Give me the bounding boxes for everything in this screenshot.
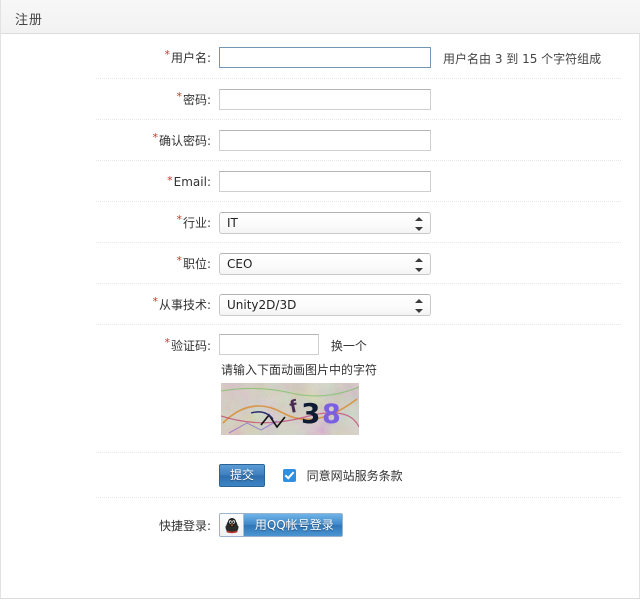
field-label-captcha: *验证码: <box>1 334 219 354</box>
password-input[interactable] <box>219 89 431 110</box>
form-row-confirm-password: *确认密码: <box>1 120 640 161</box>
field-label-password: *密码: <box>1 91 219 108</box>
confirm-password-input[interactable] <box>219 130 431 151</box>
field-wrap-captcha: 换一个 请输入下面动画图片中的字符 <box>219 334 640 443</box>
position-select[interactable]: CEO <box>219 253 431 275</box>
field-label-technology: *从事技术: <box>1 296 219 313</box>
required-asterisk: * <box>152 295 158 308</box>
field-label-quick-login: 快捷登录: <box>1 517 219 534</box>
username-hint: 用户名由 3 到 15 个字符组成 <box>443 50 601 67</box>
page-title: 注册 <box>15 9 43 28</box>
field-wrap-email <box>219 171 640 192</box>
quick-login-controls: 用QQ帐号登录 <box>219 513 640 537</box>
technology-select[interactable]: Unity2D/3D <box>219 294 431 316</box>
field-wrap-password <box>219 89 640 110</box>
field-wrap-technology: Unity2D/3D <box>219 294 640 316</box>
required-asterisk: * <box>164 336 170 349</box>
email-input[interactable] <box>219 171 431 192</box>
field-wrap-confirm-password <box>219 130 640 151</box>
required-asterisk: * <box>152 131 158 144</box>
updown-arrows-icon <box>415 299 424 313</box>
industry-select[interactable]: IT <box>219 212 431 234</box>
position-select-value: CEO <box>227 257 252 271</box>
captcha-input[interactable] <box>219 334 319 355</box>
field-label-position: *职位: <box>1 255 219 272</box>
required-asterisk: * <box>176 254 182 267</box>
field-wrap-username: 用户名由 3 到 15 个字符组成 <box>219 47 640 68</box>
form-row-captcha: *验证码: 换一个 请输入下面动画图片中的字符 <box>1 325 640 453</box>
form-row-email: *Email: <box>1 161 640 202</box>
qq-penguin-icon <box>220 514 244 536</box>
updown-arrows-icon <box>415 258 424 272</box>
form-row-username: *用户名: 用户名由 3 到 15 个字符组成 <box>1 35 640 79</box>
qq-login-label: 用QQ帐号登录 <box>248 514 342 536</box>
technology-select-value: Unity2D/3D <box>227 298 296 312</box>
captcha-note: 请输入下面动画图片中的字符 <box>221 361 640 378</box>
field-label-confirm-password: *确认密码: <box>1 132 219 149</box>
form-row-position: *职位: CEO <box>1 243 640 284</box>
form-row-quick-login: 快捷登录: <box>1 498 640 544</box>
page-panel: 注册 *用户名: 用户名由 3 到 15 个字符组成 *密码: <box>0 0 640 599</box>
field-label-username: *用户名: <box>1 49 219 66</box>
page-header: 注册 <box>1 0 640 34</box>
form-row-technology: *从事技术: Unity2D/3D <box>1 284 640 325</box>
industry-select-value: IT <box>227 216 238 230</box>
qq-login-button[interactable]: 用QQ帐号登录 <box>219 513 343 537</box>
required-asterisk: * <box>167 174 173 187</box>
required-asterisk: * <box>176 90 182 103</box>
updown-arrows-icon <box>415 217 424 231</box>
form-row-password: *密码: <box>1 79 640 120</box>
agree-terms-checkbox[interactable] <box>283 469 296 482</box>
required-asterisk: * <box>176 213 182 226</box>
agree-terms-label[interactable]: 同意网站服务条款 <box>307 469 403 483</box>
form-row-submit: 提交 同意网站服务条款 <box>1 453 640 498</box>
submit-controls: 提交 同意网站服务条款 <box>219 464 640 487</box>
required-asterisk: * <box>164 48 170 61</box>
captcha-refresh-link[interactable]: 换一个 <box>331 339 367 353</box>
field-label-email: *Email: <box>1 175 219 189</box>
captcha-input-line: 换一个 <box>219 334 640 355</box>
submit-button[interactable]: 提交 <box>219 464 265 487</box>
form-row-industry: *行业: IT <box>1 202 640 243</box>
svg-text:8: 8 <box>322 399 341 430</box>
registration-form: *用户名: 用户名由 3 到 15 个字符组成 *密码: *确认密码: <box>1 35 640 544</box>
field-label-industry: *行业: <box>1 214 219 231</box>
field-wrap-position: CEO <box>219 253 640 275</box>
username-input[interactable] <box>219 47 431 68</box>
registration-page: 注册 *用户名: 用户名由 3 到 15 个字符组成 *密码: <box>0 0 640 604</box>
captcha-image[interactable]: f 3 8 <box>221 383 359 435</box>
svg-text:3: 3 <box>301 397 320 430</box>
field-wrap-industry: IT <box>219 212 640 234</box>
